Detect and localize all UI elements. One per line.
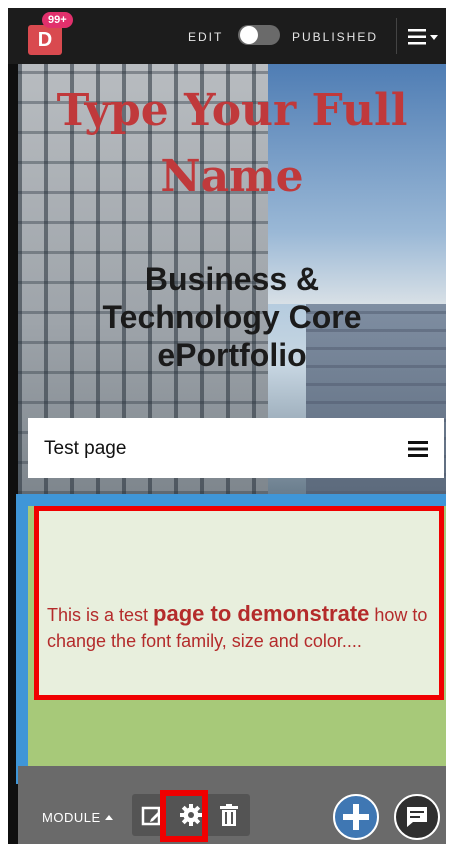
main-menu-button[interactable] (406, 26, 440, 48)
page-title[interactable]: Test page (44, 438, 126, 460)
plus-icon (343, 804, 369, 830)
settings-highlight-box (160, 790, 208, 842)
page-nav-bar: Test page (28, 418, 444, 478)
add-module-button[interactable] (333, 794, 379, 840)
module-dropdown[interactable]: MODULE (42, 810, 113, 825)
delete-button[interactable] (216, 802, 242, 828)
publish-toggle[interactable] (238, 25, 280, 45)
hamburger-icon (408, 441, 428, 457)
trash-icon (220, 804, 238, 826)
menu-icon (408, 29, 438, 45)
logo[interactable]: D (28, 25, 62, 55)
logo-letter: D (37, 28, 53, 51)
page-menu-button[interactable] (408, 440, 428, 463)
text-normal: This is a test (47, 605, 154, 625)
app-frame: D 99+ EDIT PUBLISHED Type Your Full Name… (8, 8, 446, 844)
edit-label: EDIT (188, 30, 224, 44)
hero-subtitle-line1: Business & (144, 261, 320, 297)
module-toolbar: MODULE (18, 766, 446, 844)
hero-subtitle-line2: Technology Core (102, 299, 362, 335)
top-bar: D 99+ EDIT PUBLISHED (8, 8, 446, 64)
hero-subtitle: Business & Technology Core ePortfolio (18, 260, 446, 374)
published-label: PUBLISHED (292, 30, 379, 44)
notification-badge[interactable]: 99+ (42, 12, 73, 28)
toggle-knob (240, 26, 258, 44)
chat-icon (407, 807, 427, 827)
hero-name-line1: Type Your Full (56, 85, 408, 136)
module-label: MODULE (42, 810, 101, 825)
module-text: This is a test page to demonstrate how t… (47, 601, 432, 654)
hero-name-line2: Name (160, 151, 304, 202)
chat-button[interactable] (394, 794, 440, 840)
divider (396, 18, 397, 54)
hero-subtitle-line3: ePortfolio (157, 337, 307, 373)
caret-up-icon (104, 815, 113, 820)
text-bold: page to demonstrate (153, 601, 370, 626)
text-module[interactable]: This is a test page to demonstrate how t… (34, 506, 444, 700)
hero-name: Type Your Full Name (18, 78, 446, 210)
